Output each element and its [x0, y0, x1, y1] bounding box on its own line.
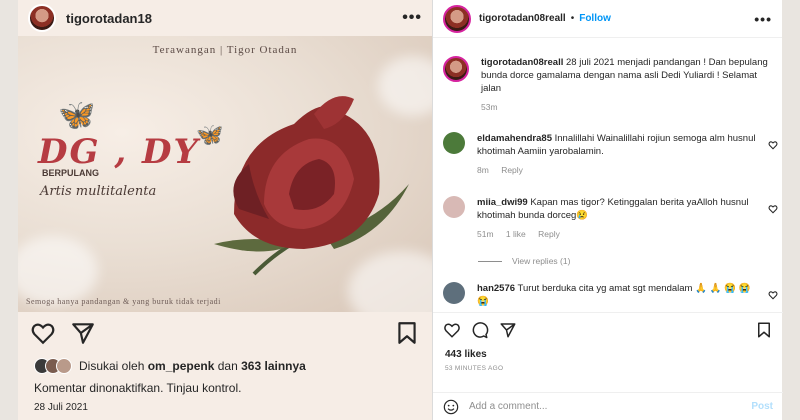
liked-by-count[interactable]: 363 lainnya — [241, 359, 306, 373]
rose-illustration — [214, 96, 409, 276]
image-script-text: Artis multitalenta — [40, 184, 157, 199]
comment-username[interactable]: eldamahendra85 — [477, 133, 552, 144]
image-subtitle: BERPULANG — [42, 168, 100, 178]
author-avatar[interactable] — [443, 4, 471, 33]
comment-text: Turut berduka cita yg amat sgt mendalam … — [477, 283, 751, 307]
post-time-ago: 53 MINUTES AGO — [445, 365, 504, 372]
reply-button[interactable]: Reply — [538, 229, 560, 239]
more-options-icon[interactable]: ••• — [402, 9, 422, 27]
caption-avatar[interactable] — [443, 56, 469, 82]
liked-by-user[interactable]: om_pepenk — [148, 359, 215, 373]
image-top-text: Terawangan | Tigor Otadan — [152, 44, 298, 56]
left-username[interactable]: tigorotadan18 — [66, 11, 402, 26]
liker-avatar[interactable] — [56, 358, 72, 374]
caption-time: 53m — [481, 102, 498, 112]
commenter-avatar[interactable] — [443, 132, 465, 154]
comment-likes[interactable]: 1 like — [506, 229, 526, 239]
image-title: DG , DY — [38, 132, 200, 172]
liked-by-prefix: Disukai oleh — [79, 359, 145, 373]
caption: tigorotadan08reall 28 juli 2021 menjadi … — [443, 56, 778, 114]
commenter-avatar[interactable] — [443, 196, 465, 218]
image-bottom-text: Semoga hanya pandangan & yang buruk tida… — [26, 297, 221, 306]
heart-icon[interactable] — [443, 321, 461, 339]
comment-heart-icon[interactable] — [768, 290, 778, 300]
comment-body: han2576 Turut berduka cita yg amat sgt m… — [477, 282, 760, 308]
view-replies-label: View replies (1) — [512, 256, 571, 266]
commenter-avatar[interactable] — [443, 282, 465, 304]
post-detail-panel: tigorotadan08reall • Follow ••• tigorota… — [432, 0, 783, 420]
reply-button[interactable]: Reply — [501, 165, 523, 175]
comment-icon[interactable] — [471, 321, 489, 339]
share-icon[interactable] — [499, 321, 517, 339]
post-footer: 443 likes 53 MINUTES AGO Add a comment..… — [433, 312, 783, 420]
comment-heart-icon[interactable] — [768, 204, 778, 214]
comment-item: miia_dwi99 Kapan mas tigor? Ketinggalan … — [443, 196, 778, 241]
left-action-bar — [30, 320, 420, 346]
caption-username[interactable]: tigorotadan08reall — [481, 57, 563, 68]
left-post-card: tigorotadan18 ••• Terawangan | Tigor Ota… — [18, 0, 432, 420]
comment-heart-icon[interactable] — [768, 140, 778, 150]
post-date: 28 Juli 2021 — [34, 402, 88, 413]
add-comment-bar: Add a comment... Post — [433, 392, 783, 420]
comment-body: eldamahendra85 Innalillahi Wainalillahi … — [477, 132, 760, 177]
comment-time: 51m — [477, 229, 494, 239]
likes-count[interactable]: 443 likes — [445, 349, 783, 360]
comment-username[interactable]: miia_dwi99 — [477, 197, 528, 208]
liked-by-row: Disukai oleh om_pepenk dan 363 lainnya — [34, 358, 306, 374]
comment-body: miia_dwi99 Kapan mas tigor? Ketinggalan … — [477, 196, 760, 241]
left-avatar[interactable] — [28, 4, 56, 32]
comment-meta: 8m Reply — [477, 164, 760, 177]
emoji-icon[interactable] — [443, 399, 459, 415]
heart-icon[interactable] — [30, 320, 56, 346]
follow-button[interactable]: Follow — [579, 13, 611, 24]
liked-by-text: Disukai oleh om_pepenk dan 363 lainnya — [79, 359, 306, 373]
post-comment-button[interactable]: Post — [751, 401, 773, 412]
butterfly-icon: 🦋 — [58, 99, 96, 132]
post-image[interactable]: Terawangan | Tigor Otadan 🦋 🦋 DG , DY BE… — [18, 36, 432, 312]
more-options-icon[interactable]: ••• — [754, 11, 772, 27]
comment-item: han2576 Turut berduka cita yg amat sgt m… — [443, 282, 778, 308]
author-username[interactable]: tigorotadan08reall — [479, 13, 566, 24]
bookmark-icon[interactable] — [755, 321, 773, 339]
liked-by-mid: dan — [217, 359, 238, 373]
comment-meta: 51m 1 like Reply — [477, 228, 760, 241]
left-post-header: tigorotadan18 ••• — [18, 0, 432, 36]
add-comment-input[interactable]: Add a comment... — [469, 401, 751, 412]
comment-time: 8m — [477, 165, 489, 175]
comment-item: eldamahendra85 Innalillahi Wainalillahi … — [443, 132, 778, 177]
comment-username[interactable]: han2576 — [477, 283, 515, 294]
caption-meta: 53m — [481, 101, 778, 114]
post-action-bar — [433, 313, 783, 339]
bookmark-icon[interactable] — [394, 320, 420, 346]
post-detail-header: tigorotadan08reall • Follow ••• — [433, 0, 782, 38]
comments-disabled-text[interactable]: Komentar dinonaktifkan. Tinjau kontrol. — [34, 381, 241, 395]
view-replies-button[interactable]: View replies (1) — [478, 256, 570, 266]
cloud-decoration — [18, 236, 98, 306]
header-separator: • — [570, 13, 575, 24]
caption-body: tigorotadan08reall 28 juli 2021 menjadi … — [481, 56, 778, 114]
view-replies-line — [478, 260, 502, 262]
share-icon[interactable] — [70, 320, 96, 346]
